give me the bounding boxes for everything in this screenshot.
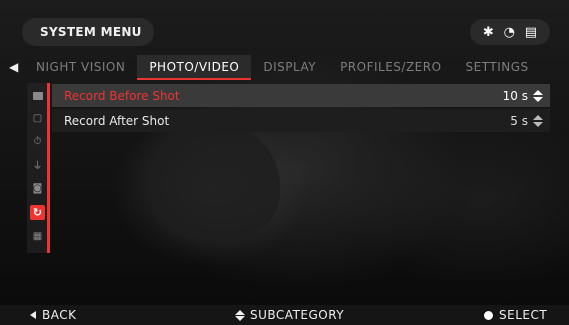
- select-hint[interactable]: SELECT: [484, 308, 547, 322]
- tab-settings[interactable]: SETTINGS: [454, 55, 541, 80]
- setting-label: Record Before Shot: [64, 88, 180, 103]
- footer-bar: BACK SUBCATEGORY SELECT: [0, 305, 569, 325]
- subcategory-label: SUBCATEGORY: [250, 308, 345, 322]
- category-tabs: NIGHT VISION PHOTO/VIDEO DISPLAY PROFILE…: [24, 55, 541, 80]
- value-stepper-icon[interactable]: [533, 89, 543, 102]
- background-scene: [0, 0, 569, 325]
- up-down-icon: [235, 309, 245, 321]
- tab-photo-video[interactable]: PHOTO/VIDEO: [137, 55, 252, 80]
- deer-silhouette: [150, 120, 280, 240]
- select-label: SELECT: [499, 308, 548, 322]
- system-menu-title: SYSTEM MENU: [22, 18, 154, 46]
- sd-card-icon: ▤: [524, 24, 538, 40]
- value-stepper-icon[interactable]: [533, 114, 543, 127]
- status-bar: ✱ ◔ ▤: [470, 19, 550, 45]
- back-arrow-icon[interactable]: ◀: [9, 60, 18, 74]
- tab-night-vision[interactable]: NIGHT VISION: [24, 55, 137, 80]
- settings-box-icon[interactable]: ◙: [30, 181, 45, 196]
- microphone-icon[interactable]: ⏚: [30, 157, 45, 172]
- setting-row-record-after-shot[interactable]: Record After Shot 5 s: [52, 109, 550, 132]
- timer-icon[interactable]: ⏱: [30, 134, 45, 149]
- recoil-activated-video-icon[interactable]: ↻: [30, 205, 45, 220]
- page-title: SYSTEM MENU: [40, 25, 142, 39]
- sidebar-accent-line: [47, 83, 50, 253]
- calendar-icon[interactable]: ▦: [30, 229, 45, 244]
- setting-value: 10 s: [502, 88, 528, 103]
- setting-row-record-before-shot[interactable]: Record Before Shot 10 s: [52, 84, 550, 107]
- back-hint[interactable]: BACK: [30, 308, 76, 322]
- setting-label: Record After Shot: [64, 113, 170, 128]
- setting-value: 5 s: [510, 113, 528, 128]
- subcategory-hint: SUBCATEGORY: [235, 308, 344, 322]
- select-dot-icon: [484, 310, 493, 320]
- tab-profiles-zero[interactable]: PROFILES/ZERO: [328, 55, 453, 80]
- gallery-icon[interactable]: ▢: [30, 111, 45, 126]
- tab-display[interactable]: DISPLAY: [251, 55, 328, 80]
- left-triangle-icon: [30, 311, 36, 319]
- wifi-icon: ◔: [503, 24, 515, 40]
- camera-icon[interactable]: [30, 88, 45, 103]
- bluetooth-icon: ✱: [482, 24, 494, 40]
- back-label: BACK: [42, 308, 77, 322]
